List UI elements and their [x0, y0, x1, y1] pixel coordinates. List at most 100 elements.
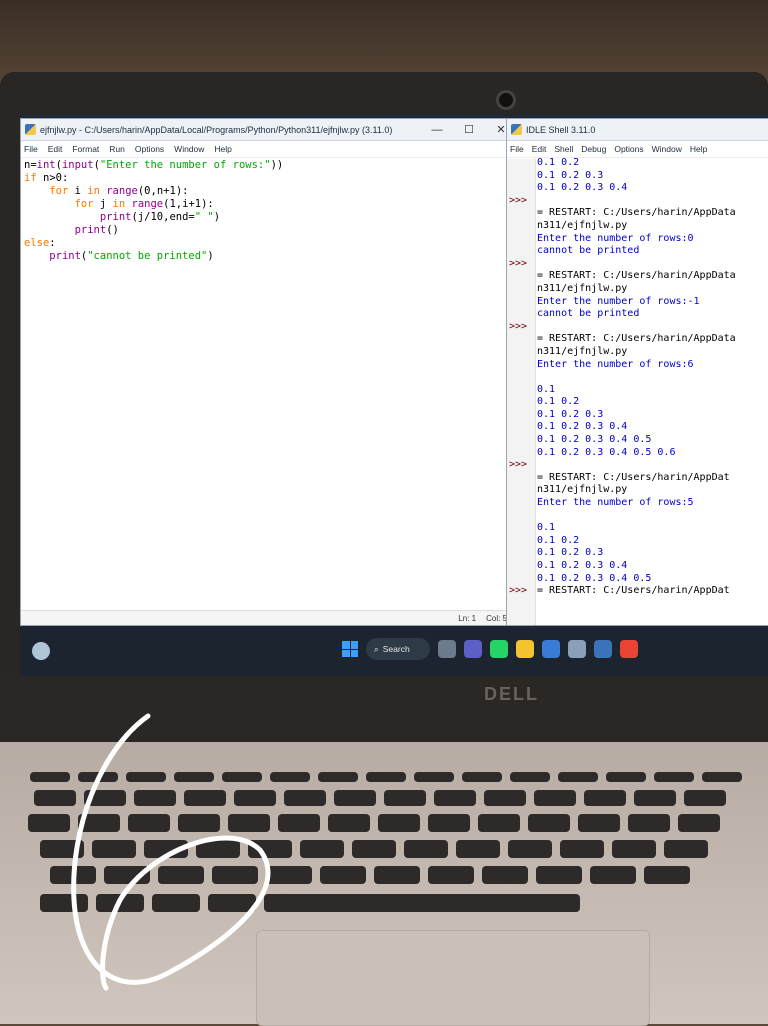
- shell-line: 0.1 0.2 0.3 0.4: [509, 560, 768, 573]
- menu-run[interactable]: Run: [109, 144, 125, 154]
- whatsapp-icon[interactable]: [490, 640, 508, 658]
- weather-icon[interactable]: [32, 642, 50, 660]
- shell-menu-help[interactable]: Help: [690, 144, 707, 154]
- shell-text: = RESTART: C:/Users/harin/AppDat: [537, 471, 730, 483]
- keyboard-key: [300, 840, 344, 858]
- menu-options[interactable]: Options: [135, 144, 164, 154]
- menu-format[interactable]: Format: [72, 144, 99, 154]
- shell-text: 0.1 0.2 0.3: [537, 547, 604, 559]
- editor-statusbar: Ln: 1 Col: 5: [21, 610, 517, 625]
- trackpad[interactable]: [256, 930, 650, 1026]
- teams-icon[interactable]: [464, 640, 482, 658]
- shell-text: 0.1 0.2 0.3 0.4: [537, 560, 628, 571]
- shell-output[interactable]: 0.1 0.2 0.1 0.2 0.3 0.1 0.2 0.3 0.4 >>> = RE…: [509, 157, 768, 598]
- status-line: Ln: 1: [458, 613, 477, 623]
- shell-line: 0.1 0.2 0.3: [509, 170, 768, 183]
- shell-prompt: >>>: [509, 194, 528, 206]
- idle-editor-window[interactable]: ejfnjlw.py - C:/Users/harin/AppData/Loca…: [20, 118, 518, 626]
- keyboard-key: [484, 790, 526, 806]
- code-editor[interactable]: n=int(input("Enter the number of rows:")…: [24, 159, 507, 263]
- keyboard-key: [558, 772, 598, 782]
- menu-window[interactable]: Window: [174, 144, 204, 154]
- shell-text: n311/ejfnjlw.py: [537, 345, 628, 357]
- minimize-button[interactable]: —: [421, 124, 453, 136]
- shell-menu-window[interactable]: Window: [652, 144, 682, 154]
- shell-text: = RESTART: C:/Users/harin/AppData: [537, 333, 736, 345]
- shell-menu-edit[interactable]: Edit: [532, 144, 547, 154]
- keyboard-key: [684, 790, 726, 806]
- shell-line: = RESTART: C:/Users/harin/AppData: [509, 333, 768, 346]
- store-icon[interactable]: [542, 640, 560, 658]
- shell-line: = RESTART: C:/Users/harin/AppDat: [509, 472, 768, 485]
- windows-start-icon[interactable]: [342, 641, 358, 657]
- shell-line: Enter the number of rows:-1: [509, 296, 768, 309]
- menu-edit[interactable]: Edit: [48, 144, 63, 154]
- python-idle-icon[interactable]: [594, 640, 612, 658]
- shell-prompt: >>>: [509, 585, 528, 597]
- shell-text: 0.1 0.2 0.3 0.4: [537, 182, 628, 194]
- keyboard-key: [628, 814, 670, 832]
- keyboard-key: [384, 790, 426, 806]
- keyboard-key: [434, 790, 476, 806]
- shell-text: = RESTART: C:/Users/harin/AppData: [537, 270, 736, 282]
- settings-icon[interactable]: [568, 640, 586, 658]
- keyboard-key: [536, 866, 582, 884]
- shell-line: = RESTART: C:/Users/harin/AppData: [509, 207, 768, 220]
- shell-line: n311/ejfnjlw.py: [509, 283, 768, 296]
- maximize-button[interactable]: ☐: [453, 123, 485, 136]
- code-line: print(j/10,end=" "): [99, 211, 221, 223]
- idle-shell-window[interactable]: IDLE Shell 3.11.0 File Edit Shell Debug …: [506, 118, 768, 626]
- shell-line: 0.1 0.2 0.3 0.4 0.5: [509, 434, 768, 447]
- shell-line: 0.1: [509, 384, 768, 397]
- shell-text: n311/ejfnjlw.py: [537, 282, 628, 294]
- webcam: [496, 90, 516, 110]
- shell-text: 0.1 0.2 0.3: [537, 408, 604, 420]
- spacebar-key: [280, 894, 580, 912]
- shell-prompt: >>>: [509, 459, 528, 471]
- file-explorer-icon[interactable]: [438, 640, 456, 658]
- shell-line: Enter the number of rows:6: [509, 359, 768, 372]
- shell-text: 0.1 0.2: [537, 396, 580, 408]
- editor-title: ejfnjlw.py - C:/Users/harin/AppData/Loca…: [40, 124, 393, 135]
- shell-menu-file[interactable]: File: [510, 144, 524, 154]
- taskbar-search[interactable]: ⌕ Search: [366, 638, 430, 660]
- windows-taskbar: ⌕ Search: [20, 626, 768, 676]
- shell-text: 0.1 0.2 0.3 0.4 0.5: [537, 572, 652, 584]
- chrome-icon[interactable]: [620, 640, 638, 658]
- handwritten-scribble: [71, 713, 271, 991]
- keyboard-key: [456, 840, 500, 858]
- shell-line: 0.1 0.2 0.3 0.4: [509, 182, 768, 195]
- keyboard-key: [702, 772, 742, 782]
- shell-menu-options[interactable]: Options: [614, 144, 643, 154]
- shell-text: 0.1 0.2 0.3 0.4 0.5: [537, 434, 652, 446]
- code-line: for i in range(0,n+1):: [49, 185, 189, 197]
- shell-line: 0.1 0.2 0.3 0.4 0.5 0.6: [509, 447, 768, 460]
- keyboard-key: [678, 814, 720, 832]
- shell-line: Enter the number of rows:5: [509, 497, 768, 510]
- laptop-screen: ejfnjlw.py - C:/Users/harin/AppData/Loca…: [20, 114, 768, 676]
- shell-menubar: File Edit Shell Debug Options Window Hel…: [507, 141, 768, 158]
- shell-menu-debug[interactable]: Debug: [581, 144, 606, 154]
- keyboard-key: [414, 772, 454, 782]
- menu-file[interactable]: File: [24, 144, 38, 154]
- shell-line: n311/ejfnjlw.py: [509, 484, 768, 497]
- shell-line: n311/ejfnjlw.py: [509, 346, 768, 359]
- keyboard-key: [462, 772, 502, 782]
- brand-logo: DELL: [484, 684, 539, 704]
- shell-line: >>>: [509, 459, 768, 472]
- shell-titlebar[interactable]: IDLE Shell 3.11.0: [507, 119, 768, 141]
- shell-line: 0.1 0.2 0.3 0.4: [509, 421, 768, 434]
- keyboard-key: [664, 840, 708, 858]
- folder-icon[interactable]: [516, 640, 534, 658]
- shell-text: 0.1: [537, 383, 556, 395]
- shell-line: n311/ejfnjlw.py: [509, 220, 768, 233]
- shell-menu-shell[interactable]: Shell: [554, 144, 573, 154]
- idle-icon: [511, 124, 522, 135]
- search-icon: ⌕: [374, 643, 379, 654]
- editor-titlebar[interactable]: ejfnjlw.py - C:/Users/harin/AppData/Loca…: [21, 119, 517, 141]
- keyboard-key: [374, 866, 420, 884]
- code-line: n=int(input("Enter the number of rows:")…: [24, 159, 284, 171]
- menu-help[interactable]: Help: [214, 144, 231, 154]
- keyboard-key: [654, 772, 694, 782]
- keyboard-key: [584, 790, 626, 806]
